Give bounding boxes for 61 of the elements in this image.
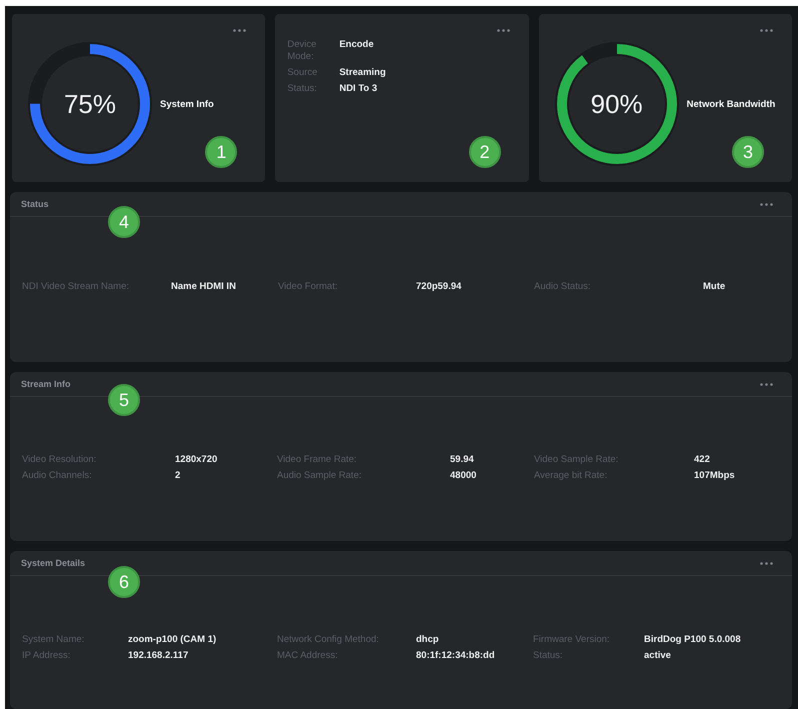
field-value: active [644, 648, 672, 662]
field-value: NDI To 3 [339, 83, 378, 95]
more-button[interactable] [496, 28, 510, 32]
panel-title: System Details [21, 558, 86, 568]
field-value: Name HDMI IN [171, 280, 237, 294]
field-label: Video Format: [278, 280, 338, 294]
field-label: Video Frame Rate: [277, 453, 358, 467]
field-value: 720p59.94 [416, 280, 462, 294]
panel-title: Stream Info [21, 379, 71, 389]
more-button[interactable] [760, 382, 773, 386]
callout-number: 3 [732, 136, 764, 168]
more-icon [760, 203, 773, 206]
field-label: Network Config Method: [277, 633, 380, 647]
field-label: System Name: [22, 633, 86, 647]
callout-number: 5 [108, 384, 140, 416]
field-label: Audio Status: [534, 280, 592, 294]
field-label: Status: [533, 648, 564, 662]
field-value: 48000 [450, 468, 478, 482]
field-value: 59.94 [450, 453, 475, 467]
callout-number: 4 [108, 206, 140, 238]
field-value: 80:1f:12:34:b8:dd [416, 648, 496, 662]
field-value: 107Mbps [694, 468, 736, 482]
more-button[interactable] [760, 202, 773, 206]
field-value: 192.168.2.117 [128, 648, 190, 662]
gauge-label: Network Bandwidth [686, 98, 776, 110]
callout-number: 2 [468, 136, 501, 168]
more-button[interactable] [760, 561, 773, 565]
more-icon [760, 29, 773, 32]
field-label: IP Address: [22, 648, 72, 662]
more-button[interactable] [233, 28, 246, 32]
more-button[interactable] [760, 28, 773, 32]
field-label: Status: [287, 83, 318, 95]
field-value: zoom-p100 (CAM 1) [128, 633, 218, 647]
field-label: Source [287, 67, 318, 79]
field-value: Mute [703, 280, 726, 294]
field-value: Encode [339, 39, 375, 52]
field-label: Audio Channels: [22, 468, 93, 482]
more-icon [233, 29, 246, 32]
field-value: Streaming [339, 67, 387, 79]
more-icon [496, 29, 510, 32]
gauge-reading: 90% [590, 88, 643, 120]
field-value: 1280x720 [175, 453, 218, 467]
field-label: Device Mode: [287, 39, 318, 63]
field-value: 2 [175, 468, 182, 482]
field-label: Average bit Rate: [534, 468, 608, 482]
field-value: BirdDog P100 5.0.008 [644, 633, 742, 647]
gauge-label: System Info [160, 98, 214, 110]
field-label: Video Sample Rate: [534, 453, 620, 467]
field-label: Audio Sample Rate: [277, 468, 362, 482]
gauge-reading: 75% [64, 88, 116, 120]
field-value: 422 [694, 453, 711, 467]
field-value: dhcp [416, 633, 440, 647]
field-label: NDI Video Stream Name: [22, 280, 130, 294]
callout-number: 1 [205, 136, 238, 168]
more-icon [760, 383, 773, 386]
field-label: Video Resolution: [22, 453, 98, 467]
panel-title: Status [21, 199, 49, 209]
field-label: MAC Address: [277, 648, 339, 662]
more-icon [760, 562, 773, 565]
field-label: Firmware Version: [533, 633, 611, 647]
callout-number: 6 [108, 566, 140, 598]
